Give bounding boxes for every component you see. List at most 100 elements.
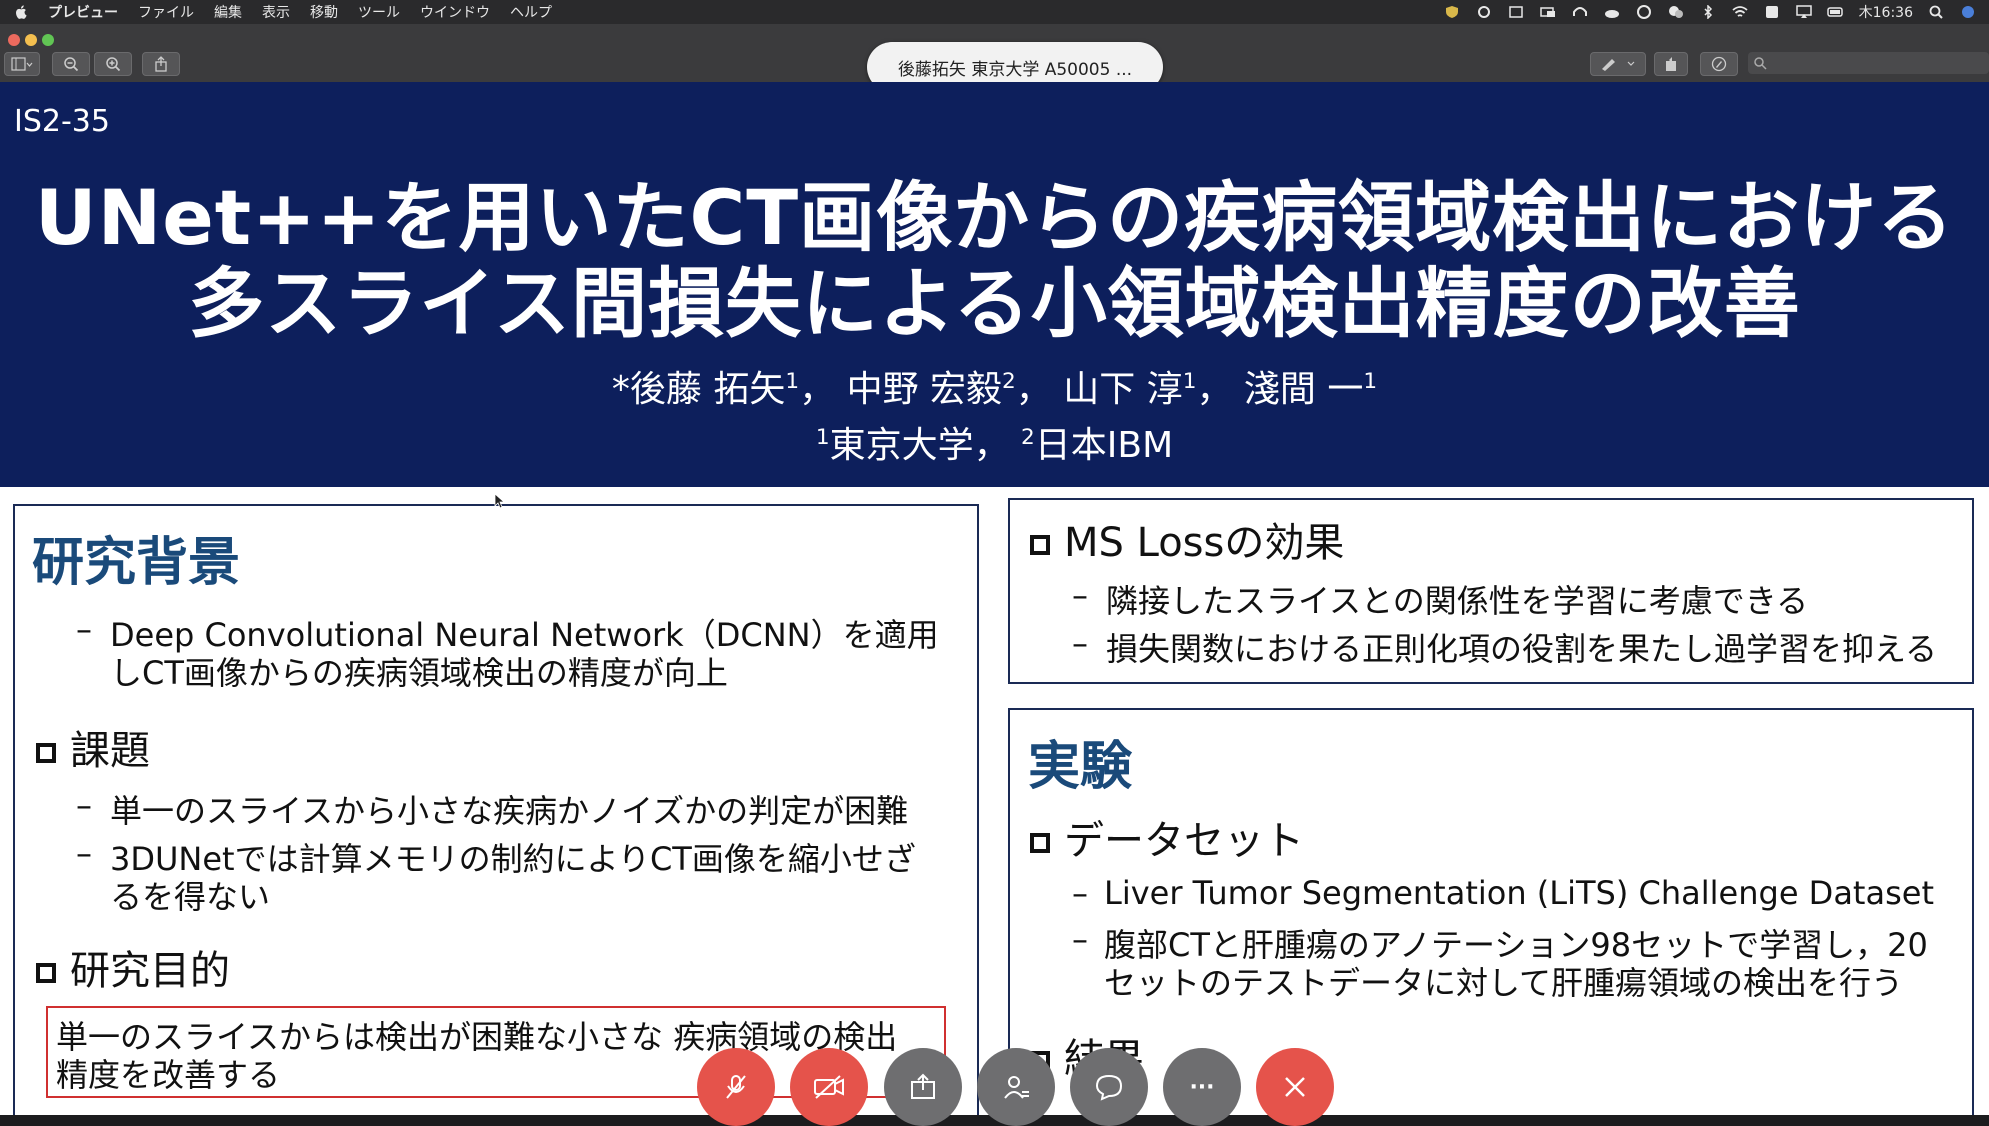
battery-icon[interactable] [1826, 5, 1845, 19]
mic-muted-icon [726, 1075, 746, 1099]
bullet-text: 損失関数における正則化項の役割を果たし過学習を抑える [1106, 630, 1938, 668]
square-bullet-icon [1030, 833, 1050, 853]
search-field[interactable] [1748, 52, 1989, 74]
wechat-icon[interactable] [1667, 5, 1685, 19]
share-button[interactable] [142, 52, 180, 76]
chat-icon [1095, 1074, 1123, 1101]
bullet-dash: – [76, 610, 92, 648]
affil-separator: ， [973, 425, 1010, 466]
author-list: *後藤 拓矢1， 中野 宏毅2， 山下 淳1， 淺間 一1 [0, 360, 1989, 412]
author-name: 中野 宏毅 [846, 369, 1003, 410]
menu-help[interactable]: ヘルプ [510, 2, 552, 22]
more-button[interactable]: ··· [1163, 1048, 1241, 1126]
mute-button[interactable] [697, 1048, 775, 1126]
cloud-icon[interactable] [1603, 5, 1621, 19]
share-icon [155, 56, 167, 72]
siri-icon[interactable] [1959, 5, 1977, 19]
share-screen-button[interactable] [884, 1048, 962, 1126]
screen-share-icon[interactable] [1539, 5, 1557, 19]
window-icon[interactable] [1507, 5, 1525, 19]
menu-window[interactable]: ウインドウ [420, 2, 490, 22]
subheading-issue: 課題 [36, 718, 150, 776]
author-affil-mark: 1 [1363, 369, 1378, 394]
subheading-text: 課題 [70, 728, 150, 774]
slide-title-line2: 多スライス間損失による小領域検出精度の改善 [188, 259, 1801, 348]
preview-toolbar: 後藤拓矢 東京大学 A50005 ... [0, 24, 1989, 92]
bullet-text: 単一のスライスから小さな疾病かノイズかの判定が困難 [110, 792, 909, 830]
status-area: 木16:36 [1443, 0, 1977, 24]
menu-preview[interactable]: プレビュー [48, 2, 118, 22]
presentation-code: IS2-35 [14, 104, 110, 139]
bullet-text: Liver Tumor Segmentation (LiTS) Challeng… [1104, 874, 1934, 912]
affil-mark: 1 [815, 425, 830, 450]
bullet-dash: – [1072, 874, 1088, 912]
square-bullet-icon [36, 743, 56, 763]
subheading-dataset: データセット [1030, 808, 1304, 866]
sidebar-icon [11, 57, 33, 71]
bluetooth-icon[interactable] [1699, 5, 1717, 19]
minimize-window-button[interactable] [25, 34, 37, 46]
square-bullet-icon [1030, 535, 1050, 555]
subheading-ms-loss: MS Lossの効果 [1030, 510, 1344, 568]
chat-button[interactable] [1070, 1048, 1148, 1126]
bullet-dash: – [1072, 576, 1088, 614]
menu-file[interactable]: ファイル [138, 2, 194, 22]
section-heading-background: 研究背景 [32, 533, 241, 593]
affiliation-list: 1東京大学， 2日本IBM [0, 416, 1989, 468]
sync-icon[interactable] [1475, 5, 1493, 19]
author-name: 山下 淳 [1063, 369, 1183, 410]
slide-canvas: IS2-35 UNet++を用いたCT画像からの疾病領域検出における 多スライス… [0, 82, 1989, 1115]
annotate-icon [1711, 56, 1727, 72]
share-icon [911, 1073, 935, 1099]
zoom-in-icon [106, 57, 121, 72]
apple-icon[interactable] [14, 4, 28, 20]
section-heading-experiment: 実験 [1028, 737, 1133, 797]
zoom-out-button[interactable] [52, 52, 90, 76]
square-bullet-icon [36, 963, 56, 983]
leave-meeting-button[interactable] [1256, 1048, 1334, 1126]
spotlight-icon[interactable] [1927, 5, 1945, 19]
author-affil-mark: 2 [1002, 369, 1016, 394]
zoom-window-button[interactable] [42, 34, 54, 46]
shield-icon[interactable] [1443, 5, 1461, 19]
bullet-dash: – [76, 834, 92, 872]
participants-icon [1004, 1076, 1029, 1099]
sidebar-toggle-button[interactable] [4, 52, 40, 76]
headphones-icon[interactable] [1571, 5, 1589, 19]
author-name: *後藤 拓矢 [611, 369, 786, 410]
menubar: プレビュー ファイル 編集 表示 移動 ツール ウインドウ ヘルプ 木16:36 [0, 0, 1989, 24]
goal-text: 精度を改善する [56, 1056, 281, 1094]
annotate-button[interactable] [1700, 52, 1738, 76]
menu-view[interactable]: 表示 [262, 2, 290, 22]
affil-mark: 2 [1021, 425, 1035, 450]
affiliation: 東京大学 [829, 425, 974, 466]
wifi-icon[interactable] [1731, 5, 1749, 19]
bullet-text: 隣接したスライスとの関係性を学習に考慮できる [1106, 582, 1809, 620]
mouse-cursor-icon [494, 493, 504, 509]
bullet-text: るを得ない [110, 878, 271, 916]
author-separator: ， [799, 369, 836, 410]
author-name: 淺間 一 [1243, 369, 1364, 410]
more-icon: ··· [1189, 1074, 1215, 1100]
bullet-text: しCT画像からの疾病領域検出の精度が向上 [110, 654, 728, 692]
circle-icon[interactable] [1635, 5, 1653, 19]
participants-button[interactable] [977, 1048, 1055, 1126]
camera-button[interactable] [790, 1048, 868, 1126]
airplay-icon[interactable] [1795, 5, 1813, 19]
bullet-dash: – [1072, 920, 1088, 958]
markup-button[interactable] [1590, 52, 1646, 76]
author-affil-mark: 1 [785, 369, 800, 394]
input-method-icon[interactable] [1763, 5, 1781, 19]
clock[interactable]: 木16:36 [1859, 2, 1913, 22]
menu-go[interactable]: 移動 [310, 2, 338, 22]
pen-icon [1602, 59, 1635, 71]
subheading-purpose: 研究目的 [36, 938, 230, 996]
author-affil-mark: 1 [1182, 369, 1197, 394]
close-window-button[interactable] [8, 34, 20, 46]
zoom-in-button[interactable] [94, 52, 132, 76]
menu-tools[interactable]: ツール [358, 2, 400, 22]
rotate-button[interactable] [1654, 52, 1688, 76]
bullet-text: セットのテストデータに対して肝腫瘍領域の検出を行う [1104, 964, 1904, 1002]
menu-edit[interactable]: 編集 [214, 2, 242, 22]
subheading-text: 研究目的 [70, 948, 230, 994]
